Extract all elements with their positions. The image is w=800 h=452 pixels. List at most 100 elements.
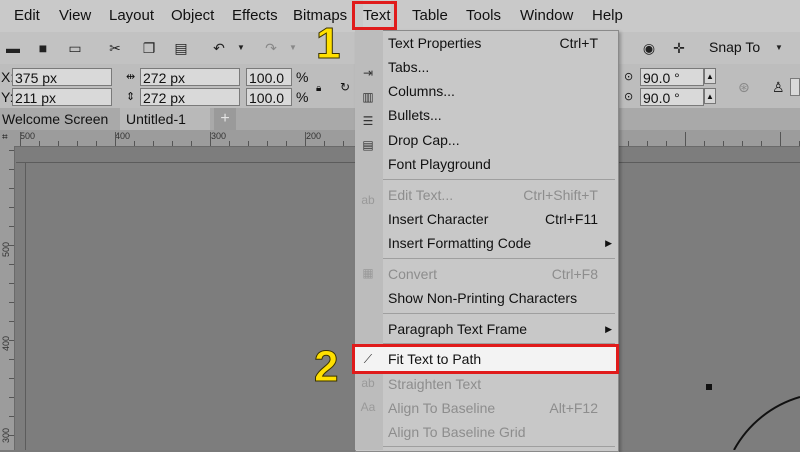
view-eye-icon[interactable]: ◉ xyxy=(640,39,658,57)
save-icon[interactable]: ■ xyxy=(34,39,52,57)
submenu-arrow-icon: ▶ xyxy=(605,324,612,334)
copy-icon[interactable]: ❐ xyxy=(140,39,158,57)
scale-width-field[interactable]: 100.0 xyxy=(246,68,292,86)
menu-effects[interactable]: Effects xyxy=(232,0,278,32)
vertical-ruler[interactable]: 500 400 300 xyxy=(0,146,15,450)
snap-grid-icon[interactable]: ✛ xyxy=(670,39,688,57)
ruler-tick xyxy=(58,141,59,146)
menu-object[interactable]: Object xyxy=(171,0,214,32)
ruler-tick xyxy=(9,340,14,341)
angle-icon: ⊙ xyxy=(624,71,634,83)
ruler-label: 200 xyxy=(306,131,322,141)
menu-item-label: Align To Baseline Grid xyxy=(388,424,526,440)
undo-dropdown-icon[interactable]: ▼ xyxy=(232,39,250,57)
menu-item-font-playground[interactable]: Font Playground xyxy=(388,152,616,176)
ruler-tick xyxy=(9,397,14,398)
ruler-tick xyxy=(9,283,14,284)
circle-path[interactable] xyxy=(720,395,800,450)
snap-to-button[interactable]: Snap To xyxy=(709,38,760,56)
ruler-corner[interactable]: ⌗ xyxy=(0,130,14,146)
redo-dropdown-icon[interactable]: ▼ xyxy=(284,39,302,57)
menu-edit[interactable]: Edit xyxy=(14,0,40,32)
menu-item-label: Insert Formatting Code xyxy=(388,235,532,251)
menu-item-text-properties[interactable]: Text Properties Ctrl+T xyxy=(388,31,616,55)
ruler-tick xyxy=(9,245,14,246)
ruler-tick xyxy=(9,169,14,170)
open-icon[interactable]: ▬ xyxy=(4,39,22,57)
menu-item-label: Paragraph Text Frame xyxy=(388,321,528,337)
menu-table[interactable]: Table xyxy=(412,0,448,32)
angle-field-2[interactable]: 90.0 ° xyxy=(640,88,704,106)
text-menu-highlight xyxy=(352,1,397,30)
menu-item-paragraph-text-frame[interactable]: Paragraph Text Frame ▶ xyxy=(388,317,616,341)
ruler-tick xyxy=(780,132,781,146)
ruler-tick xyxy=(153,141,154,146)
ruler-tick xyxy=(628,141,629,146)
snap-dropdown-icon[interactable]: ▼ xyxy=(770,39,788,57)
bullets-icon: ☰ xyxy=(362,114,374,128)
menu-item-straighten-text: Straighten Text xyxy=(388,372,616,396)
redo-icon[interactable]: ↷ xyxy=(262,39,280,57)
menu-item-label: Bullets... xyxy=(388,107,442,123)
ruler-tick xyxy=(267,141,268,146)
add-tab-button[interactable]: + xyxy=(214,108,236,130)
menu-layout[interactable]: Layout xyxy=(109,0,154,32)
x-position-field[interactable]: 375 px xyxy=(12,68,112,86)
menu-item-show-non-printing[interactable]: Show Non-Printing Characters xyxy=(388,286,616,310)
ruler-tick xyxy=(9,226,14,227)
align-baseline-icon: Aa xyxy=(360,400,376,414)
menu-item-label: Align To Baseline xyxy=(388,400,496,416)
menu-item-label: Insert Character xyxy=(388,211,489,227)
lock-ratio-icon[interactable]: 🔒︎ xyxy=(316,80,321,98)
selection-handle[interactable] xyxy=(706,384,712,390)
menu-help[interactable]: Help xyxy=(592,0,623,32)
ruler-tick xyxy=(343,141,344,146)
angle-spin-1-icon[interactable]: ▲ xyxy=(704,68,716,84)
rotate-icon[interactable]: ↻ xyxy=(340,78,350,96)
menu-item-bullets[interactable]: Bullets... xyxy=(388,103,616,127)
angle-spin-2-icon[interactable]: ▲ xyxy=(704,88,716,104)
outline-icon[interactable]: ♙ xyxy=(772,78,785,96)
y-position-field[interactable]: 211 px xyxy=(12,88,112,106)
menu-item-drop-cap[interactable]: Drop Cap... xyxy=(388,128,616,152)
ruler-tick xyxy=(248,141,249,146)
paste-icon[interactable]: ▤ xyxy=(172,39,190,57)
ruler-tick xyxy=(134,141,135,146)
menu-tools[interactable]: Tools xyxy=(466,0,501,32)
tab-welcome-screen[interactable]: Welcome Screen xyxy=(2,108,108,130)
ruler-tick xyxy=(286,141,287,146)
menu-item-shortcut: Ctrl+Shift+T xyxy=(523,187,598,203)
ruler-tick xyxy=(210,132,211,146)
angle-field-1[interactable]: 90.0 ° xyxy=(640,68,704,86)
ruler-tick xyxy=(761,141,762,146)
menu-item-columns[interactable]: Columns... xyxy=(388,79,616,103)
cut-icon[interactable]: ✂ xyxy=(106,39,124,57)
menu-item-tabs[interactable]: Tabs... xyxy=(388,55,616,79)
menu-item-fit-text-to-path[interactable]: Fit Text to Path xyxy=(388,347,616,371)
tab-untitled-1[interactable]: Untitled-1 xyxy=(120,108,210,130)
menu-item-label: Font Playground xyxy=(388,156,491,172)
step-1-number: 1 xyxy=(315,19,341,68)
step-2-number: 2 xyxy=(313,342,339,391)
width-field[interactable]: 272 px xyxy=(140,68,240,86)
drop-cap-icon: ▤ xyxy=(362,138,374,152)
menu-window[interactable]: Window xyxy=(520,0,573,32)
menu-item-insert-formatting-code[interactable]: Insert Formatting Code ▶ xyxy=(388,231,616,255)
ruler-tick xyxy=(39,141,40,146)
print-icon[interactable]: ▭ xyxy=(66,39,84,57)
ruler-tick xyxy=(9,378,14,379)
menu-view[interactable]: View xyxy=(59,0,91,32)
menu-item-insert-character[interactable]: Insert Character Ctrl+F11 xyxy=(388,207,616,231)
menu-item-label: Convert xyxy=(388,266,438,282)
ruler-tick xyxy=(9,321,14,322)
menu-item-label: Edit Text... xyxy=(388,187,454,203)
envelope-icon[interactable]: ⊛ xyxy=(738,78,750,96)
undo-icon[interactable]: ↶ xyxy=(210,39,228,57)
convert-icon: ▦ xyxy=(362,266,374,280)
menu-separator xyxy=(383,258,615,259)
height-field[interactable]: 272 px xyxy=(140,88,240,106)
height-icon: ⇕ xyxy=(126,91,136,103)
ruler-tick xyxy=(9,359,14,360)
outline-width-field[interactable] xyxy=(790,78,800,96)
scale-height-field[interactable]: 100.0 xyxy=(246,88,292,106)
